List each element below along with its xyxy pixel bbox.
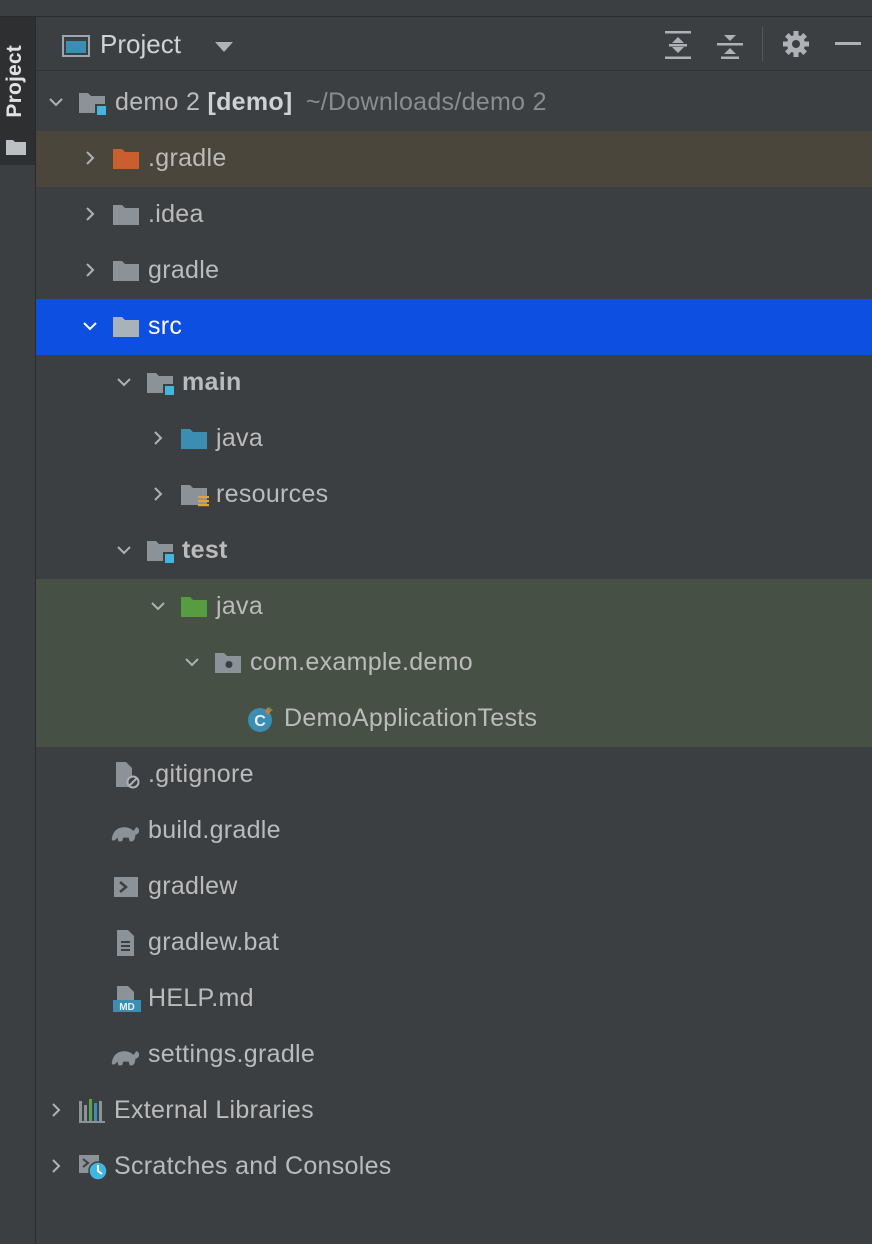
tree-item-label: .idea: [148, 200, 204, 228]
module-folder-icon: [79, 93, 108, 117]
tree-item-package[interactable]: com.example.demo: [36, 635, 872, 691]
tree-item-label: java: [216, 592, 264, 620]
toolbar-separator: [762, 27, 763, 61]
tree-item-label: External Libraries: [114, 1096, 314, 1124]
chevron-down-icon[interactable]: [116, 542, 132, 558]
view-selector-title[interactable]: Project: [100, 29, 181, 60]
chevron-right-icon[interactable]: [150, 486, 166, 502]
tree-item-test[interactable]: test: [36, 523, 872, 579]
folder-icon: [113, 205, 139, 225]
root-name: demo 2: [115, 88, 201, 116]
tree-item-gradle-dir[interactable]: .gradle: [36, 131, 872, 187]
tree-item-main-java[interactable]: java: [36, 411, 872, 467]
chevron-right-icon[interactable]: [82, 150, 98, 166]
package-icon: [215, 653, 241, 673]
tree-item-main[interactable]: main: [36, 355, 872, 411]
tree-item-external-libraries[interactable]: External Libraries: [36, 1083, 872, 1139]
gradle-icon: [111, 827, 140, 842]
scratches-icon: [79, 1155, 108, 1181]
project-tool-window-header: Project: [36, 17, 872, 71]
tree-item-test-java[interactable]: java: [36, 579, 872, 635]
markdown-icon: MD: [113, 986, 141, 1013]
tool-window-strip: [0, 17, 36, 1244]
chevron-right-icon[interactable]: [82, 262, 98, 278]
tree-item-label: Scratches and Consoles: [114, 1152, 392, 1180]
tree-item-label: .gradle: [148, 144, 227, 172]
folder-icon: [113, 317, 139, 337]
tree-item-root[interactable]: demo 2 [demo] ~/Downloads/demo 2: [36, 75, 872, 131]
tree-item-gradle[interactable]: gradle: [36, 243, 872, 299]
tree-item-label: com.example.demo: [250, 648, 473, 676]
tree-item-label: gradle: [148, 256, 220, 284]
test-folder-icon: [181, 597, 207, 617]
module-folder-icon: [147, 373, 176, 397]
chevron-down-icon[interactable]: [184, 654, 200, 670]
minimize-icon[interactable]: [835, 42, 861, 46]
folder-icon: [113, 261, 139, 281]
chevron-down-icon[interactable]: [48, 94, 64, 110]
chevron-down-icon[interactable]: [214, 41, 234, 53]
shell-script-icon: [114, 877, 138, 897]
expand-all-icon[interactable]: [664, 30, 692, 60]
libraries-icon: [79, 1099, 105, 1123]
text-file-icon: [117, 930, 134, 956]
tree-item-src[interactable]: src: [36, 299, 872, 355]
tree-item-gitignore[interactable]: .gitignore: [36, 747, 872, 803]
tree-item-label: settings.gradle: [148, 1040, 316, 1068]
chevron-down-icon[interactable]: [150, 598, 166, 614]
root-path: ~/Downloads/demo 2: [305, 88, 547, 116]
tree-item-label: build.gradle: [148, 816, 281, 844]
class-icon: C: [248, 707, 273, 732]
tree-item-help-md[interactable]: MD HELP.md: [36, 971, 872, 1027]
gear-icon[interactable]: [782, 30, 810, 58]
tree-item-label: java: [216, 424, 264, 452]
tree-item-class[interactable]: C DemoApplicationTests: [36, 691, 872, 747]
tree-item-label: main: [182, 368, 242, 396]
svg-text:MD: MD: [119, 1002, 135, 1013]
tree-item-settings-gradle[interactable]: settings.gradle: [36, 1027, 872, 1083]
tree-item-idea[interactable]: .idea: [36, 187, 872, 243]
resources-folder-icon: [181, 485, 209, 507]
tree-item-label: src: [148, 312, 183, 340]
chevron-right-icon[interactable]: [48, 1158, 64, 1174]
tree-item-label: DemoApplicationTests: [284, 704, 538, 732]
tree-item-build-gradle[interactable]: build.gradle: [36, 803, 872, 859]
source-folder-icon: [181, 429, 207, 449]
tree-item-label: gradlew: [148, 872, 238, 900]
tree-item-label: test: [182, 536, 228, 564]
chevron-down-icon[interactable]: [116, 374, 132, 390]
collapse-all-icon[interactable]: [716, 30, 744, 60]
ignore-file-icon: [116, 762, 140, 789]
tree-item-gradlew[interactable]: gradlew: [36, 859, 872, 915]
chevron-right-icon[interactable]: [150, 430, 166, 446]
root-module-name: [demo]: [207, 88, 293, 116]
tree-item-gradlew-bat[interactable]: gradlew.bat: [36, 915, 872, 971]
svg-text:C: C: [254, 713, 266, 730]
module-folder-icon: [147, 541, 176, 565]
tree-item-label: .gitignore: [148, 760, 254, 788]
window-top-border: [0, 0, 872, 17]
tree-item-resources[interactable]: resources: [36, 467, 872, 523]
gradle-icon: [111, 1051, 140, 1066]
chevron-right-icon[interactable]: [48, 1102, 64, 1118]
project-view-icon: [62, 35, 90, 57]
tree-item-label: gradlew.bat: [148, 928, 280, 956]
chevron-right-icon[interactable]: [82, 206, 98, 222]
tree-item-scratches[interactable]: Scratches and Consoles: [36, 1139, 872, 1195]
folder-excluded-icon: [113, 149, 139, 169]
project-tree: demo 2 [demo] ~/Downloads/demo 2 .gradle…: [36, 75, 872, 1195]
tree-item-label: HELP.md: [148, 984, 254, 1012]
tree-item-label: resources: [216, 480, 329, 508]
project-side-tab-label: Project: [3, 45, 26, 118]
folder-icon: [6, 140, 26, 155]
chevron-down-icon[interactable]: [82, 318, 98, 334]
project-side-tab[interactable]: Project: [0, 17, 35, 165]
